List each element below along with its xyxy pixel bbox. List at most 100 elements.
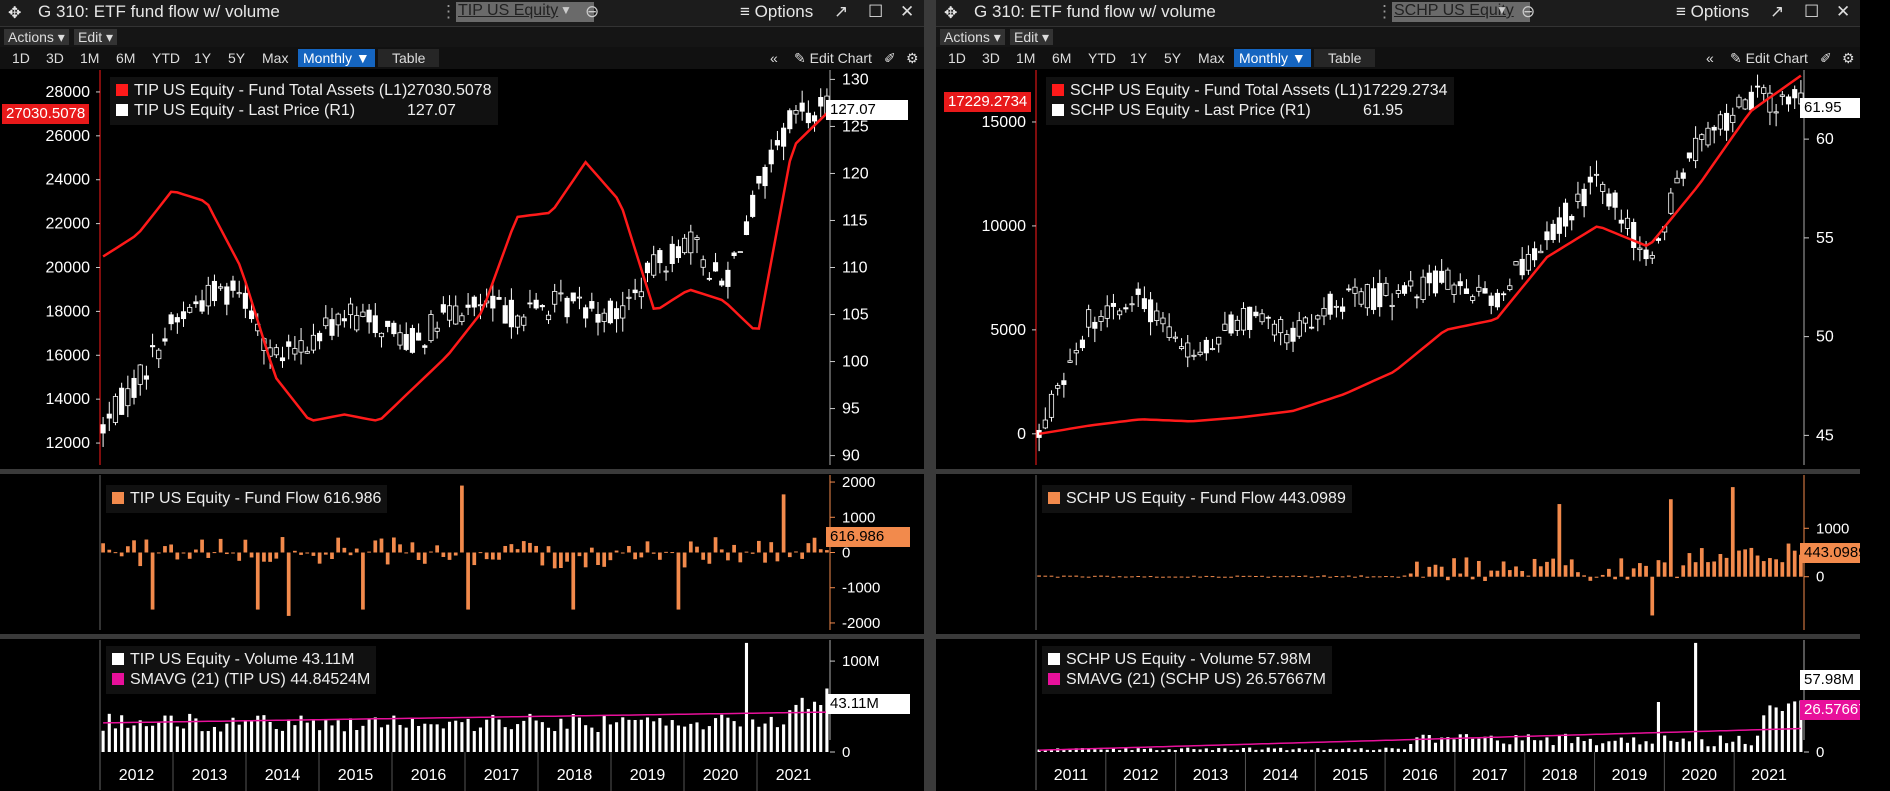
fund-flow-bar xyxy=(224,552,229,555)
price-candle xyxy=(502,305,508,324)
vol-tick-label: 0 xyxy=(842,744,850,761)
price-candle xyxy=(1420,276,1426,300)
volume-bar xyxy=(206,731,210,752)
volume-bar xyxy=(670,720,674,752)
fund-flow-bar xyxy=(1377,576,1382,578)
price-candle xyxy=(632,289,638,294)
fund-flow-bar xyxy=(1569,559,1574,577)
x-axis-label: 2012 xyxy=(1123,767,1159,784)
price-candle xyxy=(552,291,558,305)
volume-bar xyxy=(559,718,563,752)
fund-flow-bar xyxy=(1303,575,1308,577)
fund-flow-bar xyxy=(1074,575,1079,577)
volume-bar xyxy=(1656,702,1660,752)
fund-flow-bar xyxy=(1099,575,1103,577)
vol-tick-label: 100M xyxy=(842,653,880,670)
price-candle xyxy=(391,322,397,335)
volume-legend[interactable]: SCHP US Equity - Volume 57.98M SMAVG (21)… xyxy=(1042,646,1332,694)
price-candle xyxy=(644,262,651,274)
x-axis-label: 2015 xyxy=(1332,767,1368,784)
fund-flow-bar xyxy=(1284,576,1289,578)
fund-flow-bar xyxy=(794,551,798,553)
pane-divider[interactable] xyxy=(0,634,924,639)
price-candle xyxy=(1228,314,1234,334)
fund-flow-bar xyxy=(138,552,143,567)
right-tick-label: 95 xyxy=(842,401,860,418)
volume-bar xyxy=(373,717,377,752)
volume-bar xyxy=(1613,740,1617,752)
volume-bar xyxy=(1402,749,1407,752)
volume-bar xyxy=(1725,743,1729,752)
fund-flow-bar xyxy=(1322,575,1326,577)
price-candle xyxy=(1792,89,1798,99)
fund-flow-bar xyxy=(1266,576,1271,578)
left-tick-label: 10000 xyxy=(982,218,1027,235)
flow-legend[interactable]: SCHP US Equity - Fund Flow 443.0989 xyxy=(1042,485,1352,513)
price-candle xyxy=(199,300,205,312)
legend-label: SCHP US Equity - Last Price (R1) xyxy=(1070,102,1311,119)
price-candle xyxy=(1457,281,1463,287)
legend-value: 17229.2734 xyxy=(1363,82,1448,99)
price-candle xyxy=(1079,339,1086,349)
volume-bar xyxy=(1582,741,1586,752)
price-candle xyxy=(799,102,805,112)
right-tick-label: 105 xyxy=(842,307,869,324)
fund-flow-bar xyxy=(1594,576,1599,578)
right-tick-label: 115 xyxy=(842,212,868,229)
volume-bar xyxy=(379,727,384,752)
legend-row: SCHP US Equity - Fund Flow 443.0989 xyxy=(1048,489,1346,509)
fund-flow-bar xyxy=(1272,575,1277,577)
price-candle xyxy=(211,280,218,302)
price-candle xyxy=(694,237,700,240)
pane-divider[interactable] xyxy=(0,469,924,474)
price-candle xyxy=(453,305,459,325)
flow-legend[interactable]: TIP US Equity - Fund Flow 616.986 xyxy=(106,485,388,513)
price-legend[interactable]: TIP US Equity - Fund Total Assets (L1)27… xyxy=(110,77,498,125)
volume-bar xyxy=(417,725,421,752)
flow-value-tag: 443.0989 xyxy=(1800,543,1860,563)
price-candle xyxy=(1785,96,1792,105)
volume-bar xyxy=(355,730,359,752)
price-candle xyxy=(1581,188,1587,207)
volume-bar xyxy=(695,722,699,752)
price-candle xyxy=(750,194,756,217)
legend-row: SCHP US Equity - Last Price (R1) 61.95 xyxy=(1052,101,1448,121)
volume-bar xyxy=(1223,748,1227,752)
price-candle xyxy=(805,112,811,124)
legend-label: SCHP US Equity - Volume 57.98M xyxy=(1066,651,1312,668)
fund-flow-bar xyxy=(738,552,743,563)
sma-line xyxy=(1039,727,1801,751)
pane-divider[interactable] xyxy=(936,634,1860,639)
flow-value-tag: 616.986 xyxy=(826,527,910,547)
fund-flow-bar xyxy=(1148,576,1153,578)
fund-flow-bar xyxy=(1241,575,1246,577)
fund-flow-bar xyxy=(1483,576,1487,581)
legend-row: TIP US Equity - Last Price (R1) 127.07 xyxy=(116,101,492,121)
fund-flow-bar xyxy=(107,549,112,553)
price-legend[interactable]: SCHP US Equity - Fund Total Assets (L1)1… xyxy=(1046,77,1454,125)
vol-tick-label: 0 xyxy=(1816,744,1824,761)
volume-bar xyxy=(120,715,124,752)
legend-label: SCHP US Equity - Fund Flow 443.0989 xyxy=(1066,490,1346,507)
x-axis-label: 2020 xyxy=(703,767,739,784)
legend-swatch xyxy=(1052,84,1064,96)
price-candle xyxy=(360,311,366,317)
fund-flow-bar xyxy=(633,552,637,560)
fund-flow-bar xyxy=(447,552,452,560)
volume-bar xyxy=(1409,743,1413,752)
volume-bar xyxy=(1700,739,1704,752)
volume-bar xyxy=(534,720,538,752)
fund-flow-bar xyxy=(435,545,440,553)
fund-flow-bar xyxy=(1216,576,1221,578)
volume-bar xyxy=(466,718,470,752)
price-candle xyxy=(1612,192,1618,208)
fund-flow-bar xyxy=(515,549,520,553)
fund-flow-bar xyxy=(367,551,371,553)
fund-flow-bar xyxy=(1489,570,1494,577)
fund-flow-bar xyxy=(1427,566,1432,577)
pane-divider[interactable] xyxy=(936,469,1860,474)
volume-bar xyxy=(1477,738,1481,752)
volume-bar xyxy=(460,722,464,752)
volume-bar xyxy=(1149,748,1153,752)
volume-legend[interactable]: TIP US Equity - Volume 43.11M SMAVG (21) … xyxy=(106,646,377,694)
